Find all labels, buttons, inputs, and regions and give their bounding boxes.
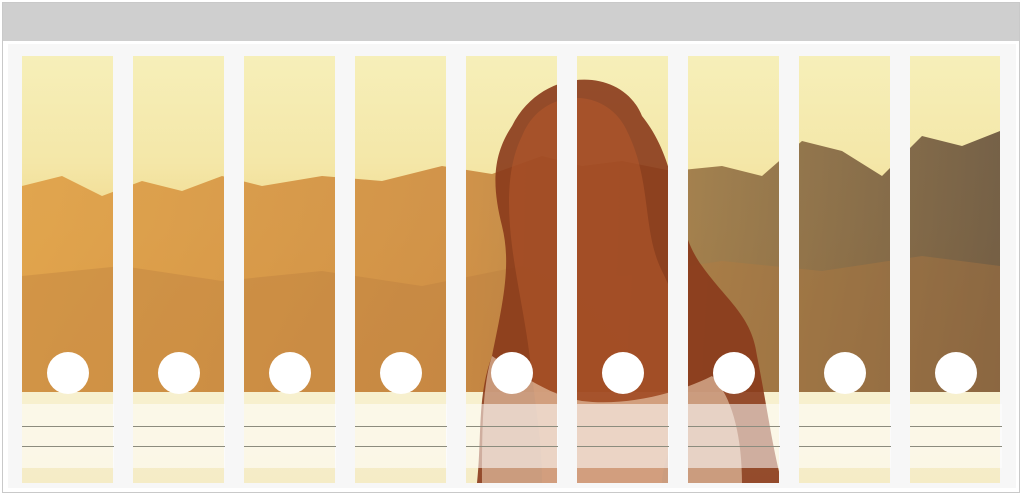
label-rule <box>22 446 114 447</box>
spine-separator <box>113 56 133 483</box>
label-rule <box>910 426 1002 427</box>
finger-hole <box>380 352 422 394</box>
label-rule <box>799 446 891 447</box>
label-field[interactable] <box>910 404 1002 468</box>
label-rule <box>688 426 780 427</box>
label-rule <box>910 446 1002 447</box>
finger-hole <box>713 352 755 394</box>
label-rule <box>244 426 336 427</box>
label-field[interactable] <box>799 404 891 468</box>
label-rule <box>22 426 114 427</box>
spine-separator <box>224 56 244 483</box>
label-field[interactable] <box>577 404 669 468</box>
label-rule <box>355 426 447 427</box>
label-rule <box>133 426 225 427</box>
finger-hole <box>824 352 866 394</box>
label-field[interactable] <box>355 404 447 468</box>
label-rule <box>133 446 225 447</box>
finger-hole <box>47 352 89 394</box>
spine-separator <box>446 56 466 483</box>
finger-hole <box>158 352 200 394</box>
label-rule <box>577 426 669 427</box>
label-rule <box>466 426 558 427</box>
top-bar <box>3 3 1019 41</box>
label-rule <box>799 426 891 427</box>
finger-hole <box>269 352 311 394</box>
label-field[interactable] <box>244 404 336 468</box>
label-field[interactable] <box>22 404 114 468</box>
label-field[interactable] <box>466 404 558 468</box>
spine-separator <box>557 56 577 483</box>
spine-separator <box>779 56 799 483</box>
spine-separator <box>668 56 688 483</box>
finger-hole <box>491 352 533 394</box>
label-field[interactable] <box>688 404 780 468</box>
label-field[interactable] <box>133 404 225 468</box>
label-rule <box>244 446 336 447</box>
finger-hole <box>602 352 644 394</box>
label-rule <box>466 446 558 447</box>
label-rule <box>688 446 780 447</box>
label-rule <box>577 446 669 447</box>
spine-separator <box>890 56 910 483</box>
spine-separator <box>335 56 355 483</box>
finger-hole <box>935 352 977 394</box>
label-rule <box>355 446 447 447</box>
